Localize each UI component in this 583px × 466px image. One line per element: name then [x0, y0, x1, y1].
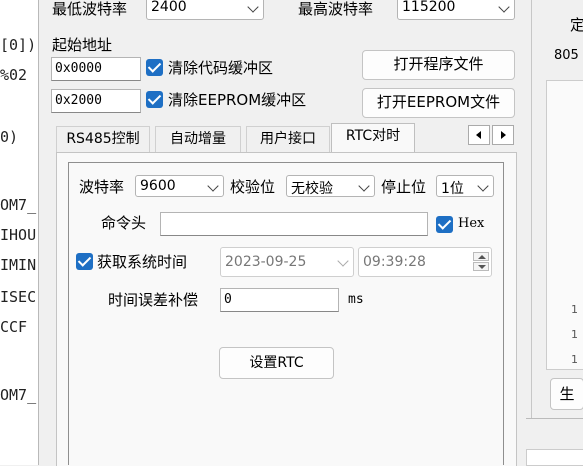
code-line: IHOU [0, 226, 37, 244]
right-panel-list[interactable]: 1 1 1 [546, 80, 583, 370]
clear-eeprom-buffer-label: 清除EEPROM缓冲区 [168, 91, 307, 109]
start-address-label: 起始地址 [52, 36, 113, 54]
generate-button[interactable]: 生 [550, 378, 583, 410]
tab-rs485-control[interactable]: RS485控制 [56, 126, 150, 152]
right-panel-title: 定 [570, 16, 583, 34]
right-list-mark: 1 [571, 303, 578, 316]
time-error-unit: ms [348, 292, 364, 307]
parity-label: 校验位 [230, 178, 276, 196]
max-baud-label: 最高波特率 [298, 0, 374, 18]
code-line: IMIN [0, 256, 37, 274]
right-list-mark: 1 [571, 353, 578, 366]
min-baud-label: 最低波特率 [52, 0, 128, 18]
code-line: CCF [0, 318, 28, 336]
stop-bit-label: 停止位 [381, 178, 427, 196]
command-head-input[interactable] [160, 212, 428, 236]
command-head-label: 命令头 [101, 214, 147, 232]
max-baud-select[interactable]: 115200 [397, 0, 515, 20]
stop-bit-select[interactable]: 1位 [436, 175, 494, 197]
time-spin-down-button[interactable] [473, 262, 489, 271]
arrow-down-icon [478, 265, 486, 269]
chevron-down-icon [477, 180, 489, 192]
parity-select[interactable]: 无校验 [286, 175, 375, 197]
time-error-compensation-label: 时间误差补偿 [108, 291, 199, 309]
chevron-down-icon [358, 180, 370, 192]
clear-code-buffer-label: 清除代码缓冲区 [168, 59, 274, 77]
get-system-time-checkbox[interactable] [76, 253, 93, 270]
set-rtc-button[interactable]: 设置RTC [219, 347, 334, 379]
rtc-baud-label: 波特率 [79, 178, 125, 196]
time-error-compensation-input[interactable]: 0 [220, 288, 339, 312]
code-line: %02 [0, 66, 28, 84]
rtc-baud-select[interactable]: 9600 [135, 175, 224, 197]
hex-label: Hex [458, 216, 485, 231]
time-picker[interactable]: 09:39:28 [358, 247, 492, 277]
right-panel-footer [526, 418, 583, 466]
rtc-settings-frame [68, 162, 504, 465]
eeprom-start-address-input[interactable]: 0x2000 [51, 89, 141, 113]
tab-scroll-right-button[interactable] [492, 125, 514, 145]
right-footer-field [526, 449, 583, 466]
tab-user-interface[interactable]: 用户接口 [246, 126, 330, 152]
arrow-left-icon [476, 131, 481, 139]
background-code-editor: [0]) %02 0) OM7_ IHOU IMIN ISEC CCF OM7_ [0, 0, 38, 465]
code-start-address-input[interactable]: 0x0000 [51, 57, 141, 81]
clear-eeprom-buffer-checkbox[interactable] [146, 91, 163, 108]
right-list-mark: 1 [571, 328, 578, 341]
code-line: ISEC [0, 288, 37, 306]
right-panel-code: 805 [554, 48, 579, 63]
chevron-down-icon [247, 1, 259, 13]
date-picker[interactable]: 2023-09-25 [220, 247, 354, 277]
time-spin-up-button[interactable] [473, 252, 489, 261]
arrow-up-icon [478, 255, 486, 259]
tab-auto-increment[interactable]: 自动增量 [155, 126, 241, 152]
right-side-panel: 定 805 1 1 1 生 [526, 0, 583, 466]
open-eeprom-file-button[interactable]: 打开EEPROM文件 [362, 88, 515, 118]
chevron-down-icon [337, 255, 349, 267]
chevron-down-icon [207, 180, 219, 192]
chevron-down-icon [498, 1, 510, 13]
code-line: 0) [0, 128, 19, 146]
min-baud-select[interactable]: 2400 [146, 0, 264, 20]
code-line: OM7_ [0, 196, 37, 214]
tab-scroll-left-button[interactable] [468, 125, 490, 145]
arrow-right-icon [501, 131, 506, 139]
hex-checkbox[interactable] [436, 216, 453, 233]
open-program-file-button[interactable]: 打开程序文件 [362, 50, 515, 80]
get-system-time-label: 获取系统时间 [97, 253, 188, 271]
code-line: OM7_ [0, 386, 37, 404]
clear-code-buffer-checkbox[interactable] [146, 59, 163, 76]
tab-rtc-sync[interactable]: RTC对时 [331, 123, 415, 153]
code-line: [0]) [0, 36, 37, 54]
